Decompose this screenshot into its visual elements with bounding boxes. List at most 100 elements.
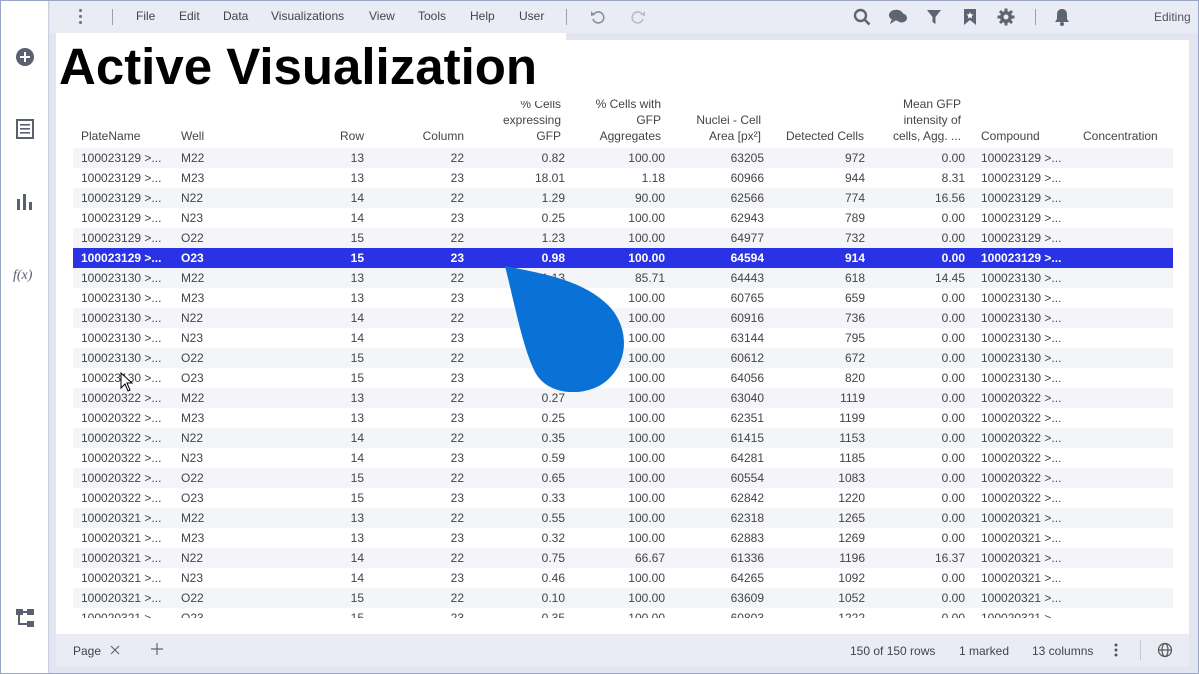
notifications-icon[interactable] <box>1052 7 1072 27</box>
column-header[interactable]: % Cells with GFP Aggregates <box>573 96 661 144</box>
table-cell: 100023129 >... <box>81 231 162 245</box>
table-row[interactable]: 100023129 >... O22 15 22 1.23 100.00 64977 732 0… <box>73 228 1173 248</box>
more-icon[interactable] <box>1114 643 1118 657</box>
globe-icon[interactable] <box>1157 642 1173 658</box>
table-row[interactable]: 100023129 >... M23 13 23 18.01 1.18 60966 944 8.… <box>73 168 1173 188</box>
table-cell: M23 <box>181 291 205 305</box>
column-header[interactable]: Row <box>303 128 364 144</box>
page-tab[interactable]: Page <box>73 644 101 658</box>
table-row[interactable]: 100023129 >... M22 13 22 0.82 100.00 63205 972 0… <box>73 148 1173 168</box>
collaboration-icon[interactable] <box>888 7 908 27</box>
table-row[interactable]: 100020321 >... O22 15 22 0.10 100.00 63609 1052… <box>73 588 1173 608</box>
status-divider <box>1140 640 1141 660</box>
table-row[interactable]: 100020322 >... N22 14 22 0.35 100.00 61415 1153… <box>73 428 1173 448</box>
table-row[interactable]: 100020322 >... O22 15 22 0.65 100.00 60554 1083… <box>73 468 1173 488</box>
menu-file[interactable]: File <box>136 9 155 23</box>
mouse-cursor-icon <box>120 372 134 392</box>
function-icon[interactable]: f(x) <box>13 262 37 286</box>
mode-dropdown[interactable]: Editing <box>1140 5 1199 29</box>
menu-help[interactable]: Help <box>470 9 495 23</box>
table-cell: 22 <box>450 471 464 485</box>
table-cell: 22 <box>450 271 464 285</box>
table-row[interactable]: 100023129 >... N22 14 22 1.29 90.00 62566 774 16… <box>73 188 1173 208</box>
table-cell: 0.00 <box>941 591 965 605</box>
menu-data[interactable]: Data <box>223 9 248 23</box>
table-row[interactable]: 100020322 >... O23 15 23 0.33 100.00 62842 1220… <box>73 488 1173 508</box>
table-row[interactable]: 100020322 >... N23 14 23 0.59 100.00 64281 1185… <box>73 448 1173 468</box>
column-header[interactable]: Nuclei - Cell Area [px²] <box>673 112 761 144</box>
table-cell: 100.00 <box>628 471 665 485</box>
menu-view[interactable]: View <box>369 9 395 23</box>
column-header[interactable]: Concentration <box>1083 128 1158 144</box>
table-cell: 0.59 <box>541 451 565 465</box>
table-cell: 100023130 >... <box>81 311 162 325</box>
menu-visualizations[interactable]: Visualizations <box>271 9 344 23</box>
table-cell: M22 <box>181 151 205 165</box>
search-icon[interactable] <box>852 7 872 27</box>
main-menu-icon[interactable] <box>76 9 84 25</box>
table-cell: 16.37 <box>934 551 965 565</box>
column-header[interactable]: Column <box>373 128 464 144</box>
table-cell: 100020322 >... <box>981 451 1062 465</box>
table-cell: 100023130 >... <box>81 351 162 365</box>
table-row[interactable]: 100020321 >... N22 14 22 0.75 66.67 61336 1196 1… <box>73 548 1173 568</box>
bookmark-icon[interactable] <box>960 7 980 27</box>
menu-divider <box>566 9 567 25</box>
close-icon[interactable] <box>110 645 120 655</box>
table-cell: 100020321 >... <box>81 611 162 618</box>
table-cell: 100023129 >... <box>981 211 1062 225</box>
filter-icon[interactable] <box>924 7 944 27</box>
table-cell: 820 <box>844 371 865 385</box>
undo-icon[interactable] <box>588 7 608 27</box>
data-relations-icon[interactable] <box>13 606 37 630</box>
table-cell: 15 <box>350 491 364 505</box>
column-header[interactable]: % Cells expressing GFP <box>473 96 561 144</box>
table-row[interactable]: 100020321 >... O23 15 23 0.35 100.00 60803 1222… <box>73 608 1173 618</box>
add-icon[interactable] <box>13 45 37 69</box>
table-cell: 0.82 <box>541 151 565 165</box>
table-row[interactable]: 100020321 >... M22 13 22 0.55 100.00 62318 1265… <box>73 508 1173 528</box>
table-cell: 914 <box>844 251 865 265</box>
column-header[interactable]: PlateName <box>81 128 140 144</box>
column-header[interactable]: Detected Cells <box>773 128 864 144</box>
column-header[interactable]: Well <box>181 128 204 144</box>
table-cell: 0.33 <box>541 491 565 505</box>
add-page-icon[interactable] <box>151 643 163 655</box>
table-cell: 13 <box>350 151 364 165</box>
settings-icon[interactable] <box>996 7 1016 27</box>
table-cell: 63144 <box>730 331 764 345</box>
column-header[interactable]: Compound <box>981 128 1040 144</box>
table-cell: 795 <box>844 331 865 345</box>
table-row[interactable]: 100020321 >... M23 13 23 0.32 100.00 62883 1269… <box>73 528 1173 548</box>
table-cell: N23 <box>181 211 204 225</box>
table-cell: 0.00 <box>941 151 965 165</box>
table-cell: 1153 <box>839 431 865 445</box>
table-cell: 23 <box>450 571 464 585</box>
table-cell: 63040 <box>730 391 764 405</box>
table-row[interactable]: 100020322 >... M23 13 23 0.25 100.00 62351 1199… <box>73 408 1173 428</box>
table-row[interactable]: 100020321 >... N23 14 23 0.46 100.00 64265 1092… <box>73 568 1173 588</box>
table-cell: 0.55 <box>541 511 565 525</box>
table-cell: 22 <box>450 591 464 605</box>
table-cell: 14 <box>350 191 364 205</box>
table-cell: 90.00 <box>634 191 665 205</box>
table-cell: 0.00 <box>941 531 965 545</box>
data-table-icon[interactable] <box>13 117 37 141</box>
table-row[interactable]: 100023129 >... N23 14 23 0.25 100.00 62943 789 0… <box>73 208 1173 228</box>
table-cell: 64443 <box>730 271 764 285</box>
table-cell: 22 <box>450 551 464 565</box>
table-cell: 100023130 >... <box>81 331 162 345</box>
table-cell: 0.00 <box>941 351 965 365</box>
table-row[interactable]: 100023129 >... O23 15 23 0.98 100.00 64594 914 0… <box>73 248 1173 268</box>
table-cell: N23 <box>181 571 204 585</box>
table-cell: 61336 <box>730 551 764 565</box>
table-cell: 100023129 >... <box>81 251 162 265</box>
table-cell: 23 <box>450 371 464 385</box>
table-cell: 100023130 >... <box>981 271 1062 285</box>
menu-user[interactable]: User <box>519 9 544 23</box>
redo-icon[interactable] <box>628 7 648 27</box>
menu-tools[interactable]: Tools <box>418 9 446 23</box>
menu-edit[interactable]: Edit <box>179 9 200 23</box>
bar-chart-icon[interactable] <box>13 189 37 213</box>
column-header[interactable]: Mean GFP intensity of cells, Agg. ... <box>873 96 961 144</box>
